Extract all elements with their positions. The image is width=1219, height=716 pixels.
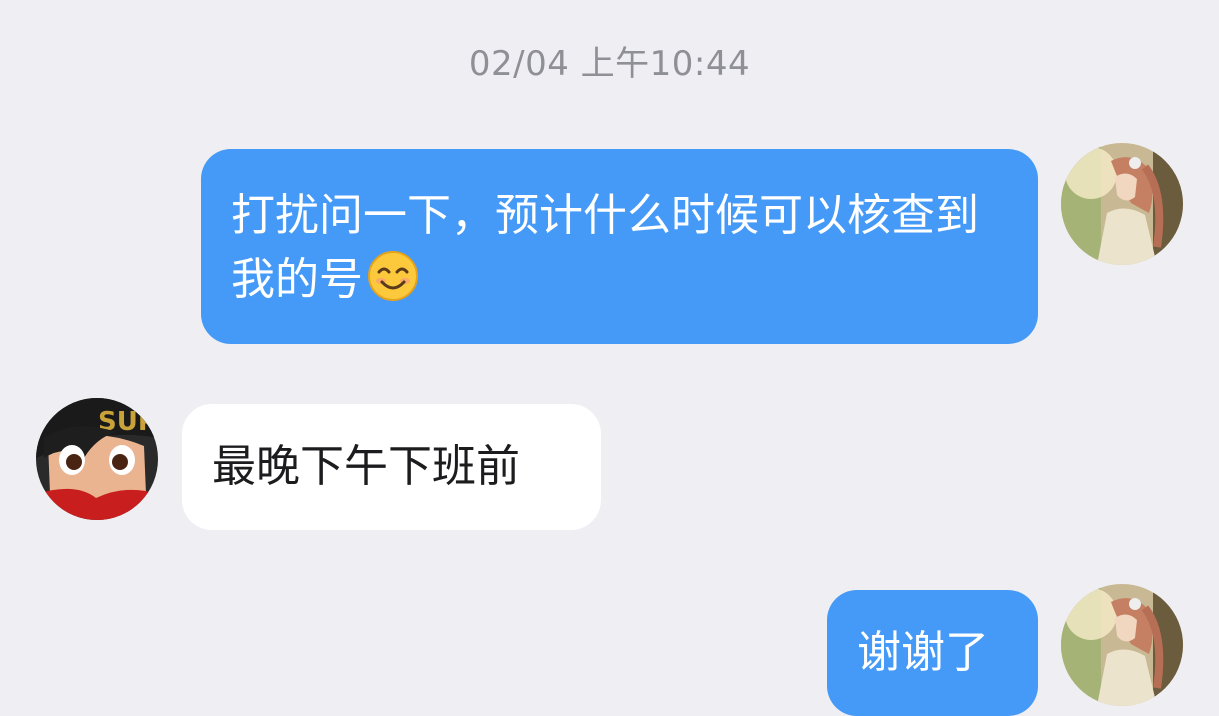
incoming-message-bubble[interactable]: 最晚下午下班前: [182, 404, 601, 530]
message-text: 打扰问一下，预计什么时候可以核查到我的号: [231, 190, 979, 305]
anime-girl-avatar: [1061, 584, 1183, 706]
outgoing-message-bubble[interactable]: 打扰问一下，预计什么时候可以核查到我的号: [201, 149, 1038, 344]
message-text: 最晚下午下班前: [212, 441, 520, 492]
self-avatar[interactable]: [1061, 584, 1183, 706]
outgoing-message-bubble[interactable]: 谢谢了: [827, 590, 1038, 716]
message-text: 谢谢了: [857, 627, 989, 678]
anime-boy-avatar: SUP: [36, 398, 158, 520]
contact-avatar[interactable]: SUP: [36, 398, 158, 520]
self-avatar[interactable]: [1061, 143, 1183, 265]
smiling-face-icon: [368, 251, 418, 301]
anime-girl-avatar: [1061, 143, 1183, 265]
message-timestamp: 02/04 上午10:44: [468, 44, 751, 84]
